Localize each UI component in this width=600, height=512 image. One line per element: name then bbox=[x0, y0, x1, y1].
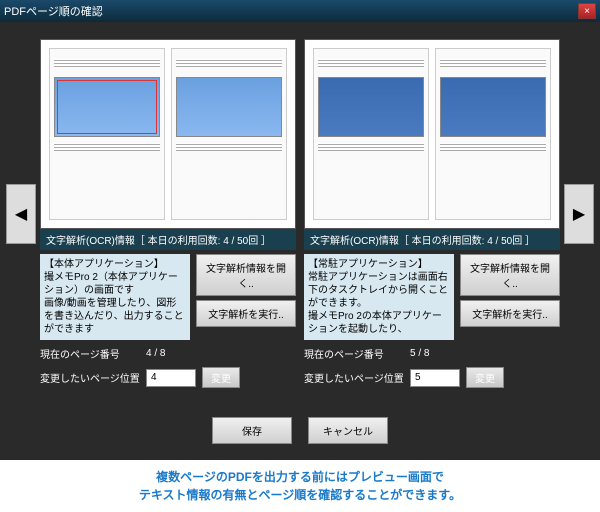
footer-buttons: 保存 キャンセル bbox=[0, 405, 600, 460]
titlebar: PDFページ順の確認 × bbox=[0, 0, 600, 22]
page-number-label: 現在のページ番号 bbox=[304, 346, 404, 361]
page-position-row: 変更したいページ位置 4 変更 bbox=[40, 367, 296, 388]
ocr-buttons: 文字解析情報を開く.. 文字解析を実行.. bbox=[460, 254, 560, 340]
page-number-row: 現在のページ番号 5 / 8 bbox=[304, 346, 560, 361]
info-row: 【常駐アプリケーション】 常駐アプリケーションは画面右下のタスクトレイから開くこ… bbox=[304, 254, 560, 340]
next-arrow[interactable]: ▶ bbox=[564, 184, 594, 244]
dialog-title: PDFページ順の確認 bbox=[4, 3, 103, 19]
cancel-button[interactable]: キャンセル bbox=[308, 417, 388, 444]
page-position-label: 変更したいページ位置 bbox=[40, 370, 140, 385]
change-button[interactable]: 変更 bbox=[466, 367, 504, 388]
pdf-page-order-dialog: PDFページ順の確認 × ◀ 文字解析(OCR)情 bbox=[0, 0, 600, 460]
save-button[interactable]: 保存 bbox=[212, 417, 292, 444]
arrow-right-icon: ▶ bbox=[573, 204, 585, 224]
ocr-buttons: 文字解析情報を開く.. 文字解析を実行.. bbox=[196, 254, 296, 340]
page-preview bbox=[40, 39, 296, 229]
page-number-value: 5 / 8 bbox=[410, 348, 429, 359]
change-button[interactable]: 変更 bbox=[202, 367, 240, 388]
run-ocr-button[interactable]: 文字解析を実行.. bbox=[460, 300, 560, 327]
page-position-spinner[interactable]: 4 bbox=[146, 369, 196, 387]
page-position-label: 変更したいページ位置 bbox=[304, 370, 404, 385]
run-ocr-button[interactable]: 文字解析を実行.. bbox=[196, 300, 296, 327]
info-row: 【本体アプリケーション】 撮メモPro 2（本体アプリケーション）の画面です 画… bbox=[40, 254, 296, 340]
panels: 文字解析(OCR)情報［ 本日の利用回数: 4 / 50回 ］ 【本体アプリケー… bbox=[40, 39, 560, 388]
page-number-row: 現在のページ番号 4 / 8 bbox=[40, 346, 296, 361]
page-position-row: 変更したいページ位置 5 変更 bbox=[304, 367, 560, 388]
page-number-value: 4 / 8 bbox=[146, 348, 165, 359]
ocr-info-bar: 文字解析(OCR)情報［ 本日の利用回数: 4 / 50回 ］ bbox=[304, 229, 560, 250]
page-thumb-left bbox=[313, 48, 429, 220]
app-info-text: 【常駐アプリケーション】 常駐アプリケーションは画面右下のタスクトレイから開くこ… bbox=[304, 254, 454, 340]
page-preview bbox=[304, 39, 560, 229]
caption-text: 複数ページのPDFを出力する前にはプレビュー画面で テキスト情報の有無とページ順… bbox=[0, 460, 600, 512]
page-thumb-left bbox=[49, 48, 165, 220]
close-icon: × bbox=[584, 6, 590, 17]
content-area: ◀ 文字解析(OCR)情報［ 本日の利用回数: 4 / 50回 ］ bbox=[0, 22, 600, 405]
ocr-info-bar: 文字解析(OCR)情報［ 本日の利用回数: 4 / 50回 ］ bbox=[40, 229, 296, 250]
page-thumb-right bbox=[171, 48, 287, 220]
page-position-spinner[interactable]: 5 bbox=[410, 369, 460, 387]
page-panel-right: 文字解析(OCR)情報［ 本日の利用回数: 4 / 50回 ］ 【常駐アプリケー… bbox=[304, 39, 560, 388]
page-thumb-right bbox=[435, 48, 551, 220]
prev-arrow[interactable]: ◀ bbox=[6, 184, 36, 244]
arrow-left-icon: ◀ bbox=[15, 204, 27, 224]
app-info-text: 【本体アプリケーション】 撮メモPro 2（本体アプリケーション）の画面です 画… bbox=[40, 254, 190, 340]
page-number-label: 現在のページ番号 bbox=[40, 346, 140, 361]
close-button[interactable]: × bbox=[578, 3, 596, 19]
open-ocr-button[interactable]: 文字解析情報を開く.. bbox=[460, 254, 560, 296]
page-panel-left: 文字解析(OCR)情報［ 本日の利用回数: 4 / 50回 ］ 【本体アプリケー… bbox=[40, 39, 296, 388]
open-ocr-button[interactable]: 文字解析情報を開く.. bbox=[196, 254, 296, 296]
